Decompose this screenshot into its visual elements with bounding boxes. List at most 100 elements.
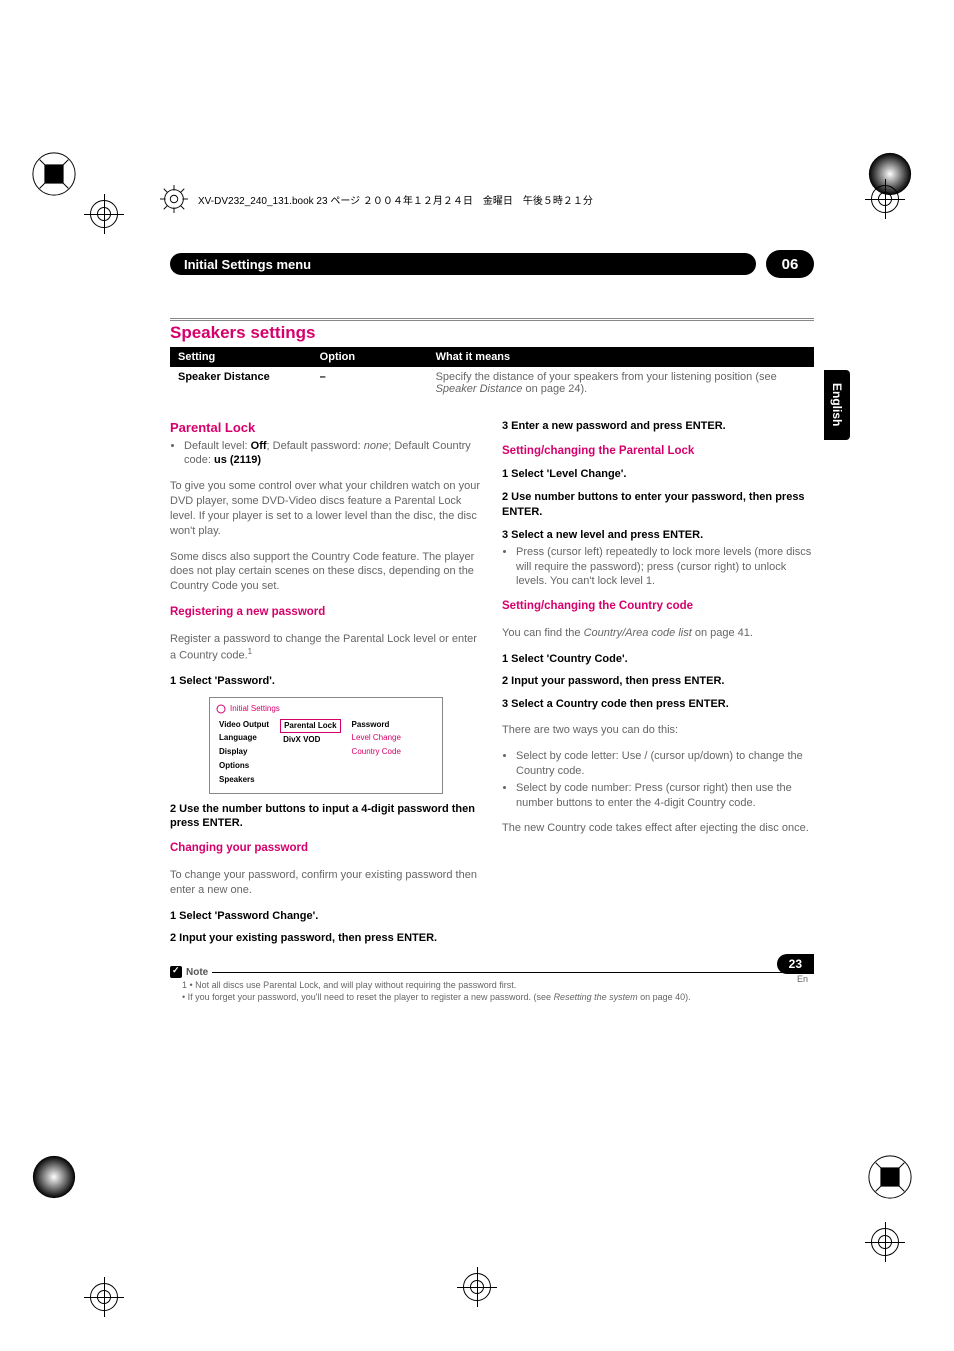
paragraph: To give you some control over what your … xyxy=(170,479,482,538)
menu-item: Password xyxy=(349,719,404,732)
settings-table: Setting Option What it means Speaker Dis… xyxy=(170,347,814,399)
book-filename-line: XV-DV232_240_131.book 23 ページ ２００４年１２月２４日… xyxy=(160,185,804,213)
step: 1 Select 'Password'. xyxy=(170,674,482,689)
print-mark-icon xyxy=(30,150,78,198)
rule-icon xyxy=(170,318,814,321)
list-item: Press (cursor left) repeatedly to lock m… xyxy=(516,545,814,590)
th-meaning: What it means xyxy=(428,347,814,367)
left-column: Parental Lock Default level: Off; Defaul… xyxy=(170,411,482,948)
rule-icon xyxy=(212,972,814,973)
text-italic: none xyxy=(364,440,388,452)
register-mark-icon xyxy=(90,200,118,228)
text: on page 24). xyxy=(522,383,587,395)
note-text: 1 • Not all discs use Parental Lock, and… xyxy=(182,980,814,990)
cell-setting: Speaker Distance xyxy=(170,367,312,399)
chapter-number: 06 xyxy=(766,250,814,278)
menu-item-disabled: Level Change xyxy=(349,732,404,745)
chapter-title: Initial Settings menu xyxy=(170,253,756,275)
register-mark-icon xyxy=(463,1273,491,1301)
text-bold: Off xyxy=(251,440,267,452)
menu-item: Options xyxy=(216,760,272,773)
menu-col-2: Parental Lock DivX VOD xyxy=(280,719,340,787)
print-mark-icon xyxy=(866,1153,914,1201)
text: on page 41. xyxy=(692,627,753,639)
menu-title: Initial Settings xyxy=(216,704,436,715)
text-italic: Country/Area code list xyxy=(584,627,692,639)
note-header: Note xyxy=(170,966,814,978)
menu-grid: Video Output Language Display Options Sp… xyxy=(216,719,436,787)
text: on page 40). xyxy=(638,992,691,1002)
right-column: 3 Enter a new password and press ENTER. … xyxy=(502,411,814,948)
note-label: Note xyxy=(186,967,208,978)
onscreen-menu-screenshot: Initial Settings Video Output Language D… xyxy=(209,697,443,794)
paragraph: Some discs also support the Country Code… xyxy=(170,550,482,595)
menu-item-disabled: Country Code xyxy=(349,746,404,759)
print-mark-icon xyxy=(30,1153,78,1201)
bullet-list: Select by code letter: Use / (cursor up/… xyxy=(516,749,814,810)
paragraph: Register a password to change the Parent… xyxy=(170,632,482,663)
paragraph: There are two ways you can do this: xyxy=(502,723,814,738)
paragraph: To change your password, confirm your ex… xyxy=(170,868,482,898)
list-item: Default level: Off; Default password: no… xyxy=(184,439,482,469)
step: 3 Select a Country code then press ENTER… xyxy=(502,697,814,712)
menu-col-1: Video Output Language Display Options Sp… xyxy=(216,719,272,787)
heading-set-country: Setting/changing the Country code xyxy=(502,599,814,615)
register-mark-icon xyxy=(90,1283,118,1311)
cell-meaning: Specify the distance of your speakers fr… xyxy=(428,367,814,399)
gear-icon xyxy=(160,185,188,213)
menu-item: Speakers xyxy=(216,774,272,787)
two-column-body: Parental Lock Default level: Off; Defaul… xyxy=(170,411,814,948)
step: 2 Input your password, then press ENTER. xyxy=(502,674,814,689)
step: 2 Input your existing password, then pre… xyxy=(170,931,482,946)
heading-parental-lock: Parental Lock xyxy=(170,419,482,437)
step: 2 Use the number buttons to input a 4-di… xyxy=(170,802,482,832)
note-icon xyxy=(170,966,182,978)
step: 1 Select 'Password Change'. xyxy=(170,909,482,924)
table-header-row: Setting Option What it means xyxy=(170,347,814,367)
language-tab: English xyxy=(824,370,850,440)
heading-change-password: Changing your password xyxy=(170,841,482,857)
step: 3 Enter a new password and press ENTER. xyxy=(502,419,814,434)
list-item: Select by code letter: Use / (cursor up/… xyxy=(516,749,814,779)
bullet-list: Press (cursor left) repeatedly to lock m… xyxy=(516,545,814,590)
heading-set-lock: Setting/changing the Parental Lock xyxy=(502,444,814,460)
defaults-list: Default level: Off; Default password: no… xyxy=(184,439,482,469)
footnote-ref: 1 xyxy=(248,647,252,656)
page-number: 23 xyxy=(777,954,814,974)
page-language: En xyxy=(777,974,814,984)
chapter-header: Initial Settings menu 06 xyxy=(170,250,814,278)
text: • If you forget your password, you'll ne… xyxy=(182,992,554,1002)
menu-item: Video Output xyxy=(216,719,272,732)
menu-item: Language xyxy=(216,732,272,745)
text: You can find the xyxy=(502,627,584,639)
text-bold: us (2119) xyxy=(214,454,261,466)
th-setting: Setting xyxy=(170,347,312,367)
list-item: Select by code number: Press (cursor rig… xyxy=(516,781,814,811)
page-footer: 23 En xyxy=(777,954,814,984)
step: 1 Select 'Level Change'. xyxy=(502,467,814,482)
step: 2 Use number buttons to enter your passw… xyxy=(502,490,814,520)
text: Specify the distance of your speakers fr… xyxy=(436,371,777,383)
text: Register a password to change the Parent… xyxy=(170,633,477,662)
text: Default level: xyxy=(184,440,251,452)
step: 3 Select a new level and press ENTER. xyxy=(502,528,814,543)
th-option: Option xyxy=(312,347,428,367)
section-title: Speakers settings xyxy=(170,323,814,343)
paragraph: You can find the Country/Area code list … xyxy=(502,626,814,641)
step: 1 Select 'Country Code'. xyxy=(502,652,814,667)
register-mark-icon xyxy=(871,1228,899,1256)
text-italic: Resetting the system xyxy=(554,992,638,1002)
menu-col-3: Password Level Change Country Code xyxy=(349,719,404,787)
book-filename-text: XV-DV232_240_131.book 23 ページ ２００４年１２月２４日… xyxy=(198,192,593,207)
register-mark-icon xyxy=(871,185,899,213)
page: XV-DV232_240_131.book 23 ページ ２００４年１２月２４日… xyxy=(0,0,954,1351)
menu-item: Display xyxy=(216,746,272,759)
content-area: English Initial Settings menu 06 Speaker… xyxy=(170,250,814,1002)
menu-item: DivX VOD xyxy=(280,734,340,747)
cell-option: – xyxy=(312,367,428,399)
paragraph: The new Country code takes effect after … xyxy=(502,821,814,836)
table-row: Speaker Distance – Specify the distance … xyxy=(170,367,814,399)
text: ; Default password: xyxy=(267,440,364,452)
menu-item-selected: Parental Lock xyxy=(280,719,340,734)
menu-title-text: Initial Settings xyxy=(230,704,280,715)
